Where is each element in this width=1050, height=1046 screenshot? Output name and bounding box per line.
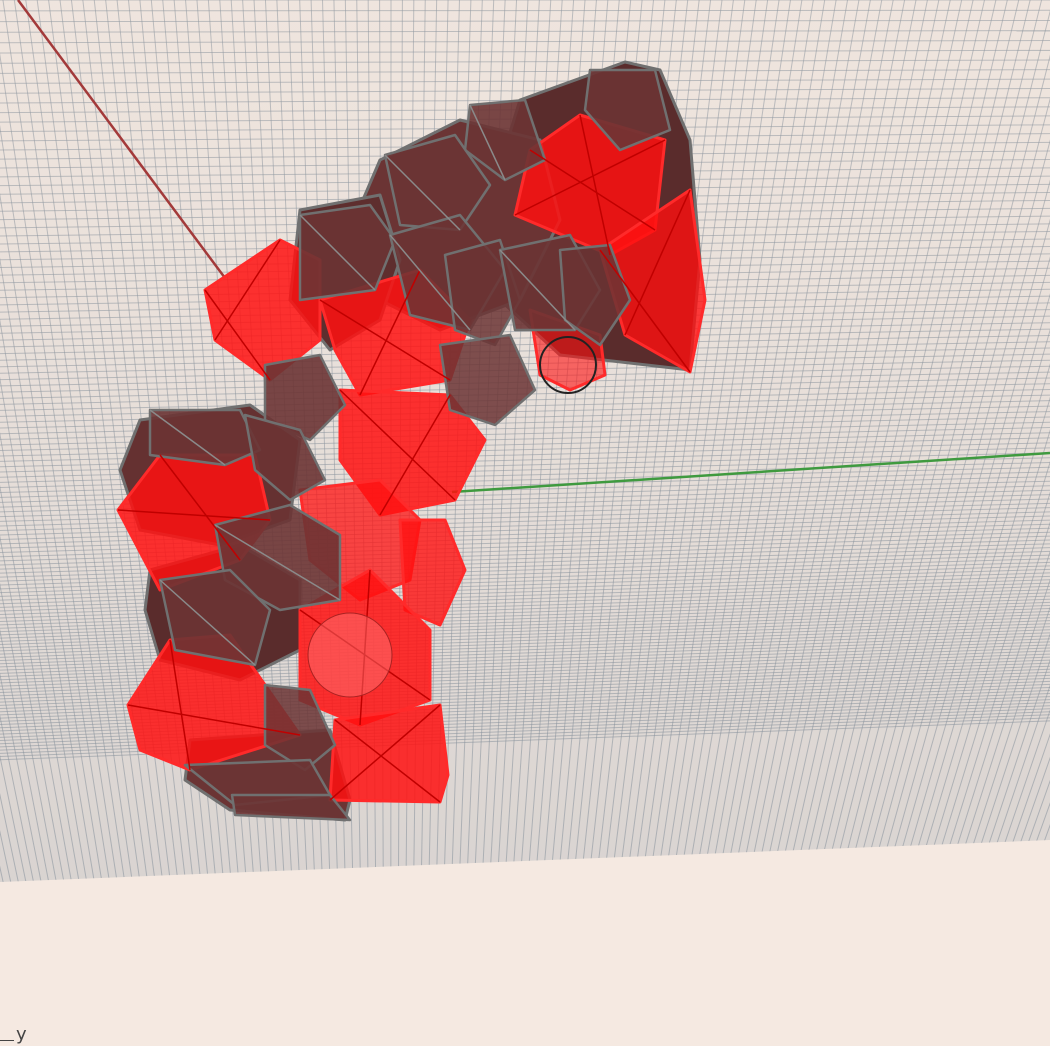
mesh-face [148,408,262,467]
3d-viewport[interactable] [0,0,1050,1046]
mesh-face [328,703,450,804]
axis-label-y: y [16,1024,27,1045]
mesh-sphere [307,612,393,698]
axis-triad-icon [0,1040,14,1041]
